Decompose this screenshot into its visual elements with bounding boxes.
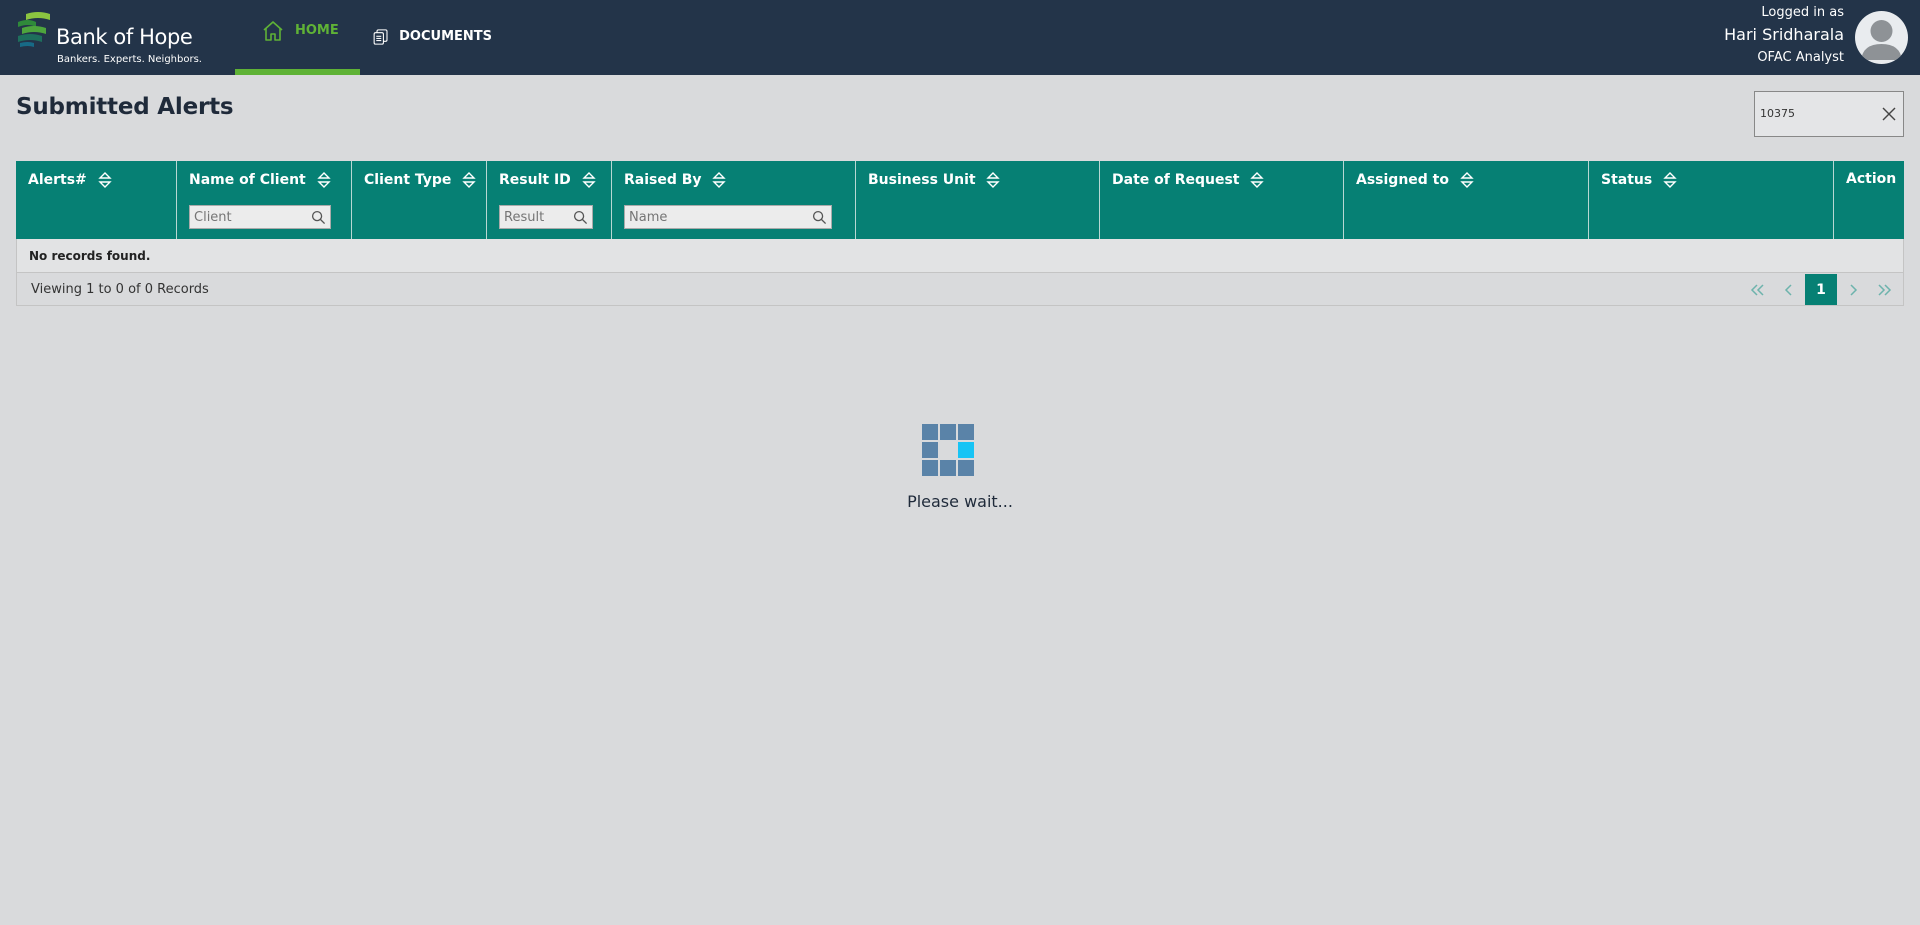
sort-icon[interactable]	[1250, 171, 1265, 189]
pagination: 1	[1741, 274, 1901, 305]
client-filter-input[interactable]	[190, 206, 308, 228]
prev-page-button[interactable]	[1773, 274, 1805, 305]
result-filter[interactable]	[499, 205, 593, 229]
sort-icon[interactable]	[986, 171, 1001, 189]
loading-spinner-icon	[922, 424, 978, 480]
empty-message: No records found.	[16, 239, 1904, 273]
documents-icon	[373, 28, 388, 45]
column-header-client-type[interactable]: Client Type	[352, 161, 487, 239]
nav-home[interactable]: HOME	[235, 0, 360, 75]
first-page-button[interactable]	[1741, 274, 1773, 305]
table-footer: Viewing 1 to 0 of 0 Records 1	[16, 273, 1904, 306]
bank-logo[interactable]: Bank of Hope Bankers. Experts. Neighbors…	[16, 10, 202, 68]
table-header: Alerts# Name of Client Client Type Resul…	[16, 161, 1904, 239]
nav-documents-label: DOCUMENTS	[399, 29, 492, 44]
page-1-button[interactable]: 1	[1805, 274, 1837, 305]
column-header-raised-by[interactable]: Raised By	[612, 161, 856, 239]
result-filter-input[interactable]	[500, 206, 570, 228]
loading-text: Please wait...	[907, 492, 1013, 511]
column-header-name-of-client[interactable]: Name of Client	[177, 161, 352, 239]
global-search-value[interactable]: 10375	[1760, 107, 1795, 120]
search-icon	[573, 210, 588, 225]
double-chevron-right-icon	[1878, 283, 1892, 296]
column-header-action: Action	[1846, 171, 1897, 187]
last-page-button[interactable]	[1869, 274, 1901, 305]
top-navbar: Bank of Hope Bankers. Experts. Neighbors…	[0, 0, 1920, 75]
double-chevron-left-icon	[1750, 283, 1764, 296]
column-header-assigned-to[interactable]: Assigned to	[1344, 161, 1589, 239]
nav-home-label: HOME	[295, 23, 339, 38]
column-header-business-unit[interactable]: Business Unit	[856, 161, 1100, 239]
nav-documents[interactable]: DOCUMENTS	[372, 0, 492, 75]
next-page-button[interactable]	[1837, 274, 1869, 305]
chevron-right-icon	[1850, 283, 1858, 296]
close-icon[interactable]	[1881, 106, 1897, 122]
sort-icon[interactable]	[462, 171, 477, 189]
global-search-input[interactable]: 10375	[1754, 91, 1904, 137]
sort-icon[interactable]	[316, 171, 331, 189]
client-filter[interactable]	[189, 205, 331, 229]
logged-in-label: Logged in as	[1761, 5, 1844, 20]
bank-name: Bank of Hope	[56, 25, 193, 49]
sort-icon[interactable]	[712, 171, 727, 189]
alerts-table: Alerts# Name of Client Client Type Resul…	[16, 161, 1904, 306]
column-header-date-of-request[interactable]: Date of Request	[1100, 161, 1344, 239]
records-count: Viewing 1 to 0 of 0 Records	[31, 282, 209, 297]
chevron-left-icon	[1784, 283, 1792, 296]
user-info: Logged in as Hari Sridharala OFAC Analys…	[1724, 4, 1844, 66]
search-icon	[311, 210, 326, 225]
user-avatar-icon	[1861, 20, 1902, 60]
avatar[interactable]	[1855, 11, 1908, 64]
sort-icon[interactable]	[1663, 171, 1677, 189]
raised-by-filter[interactable]	[624, 205, 832, 229]
search-icon	[812, 210, 827, 225]
sort-icon[interactable]	[1460, 171, 1474, 189]
bank-logo-mark-icon	[18, 12, 50, 47]
user-role: OFAC Analyst	[1757, 50, 1844, 65]
column-header-status[interactable]: Status	[1589, 161, 1834, 239]
page-title: Submitted Alerts	[16, 94, 234, 120]
home-icon	[263, 20, 283, 41]
sort-icon[interactable]	[581, 171, 596, 189]
column-header-result-id[interactable]: Result ID	[487, 161, 612, 239]
bank-tagline: Bankers. Experts. Neighbors.	[57, 54, 202, 65]
sort-icon[interactable]	[97, 171, 112, 189]
column-header-alerts[interactable]: Alerts#	[16, 161, 177, 239]
user-name: Hari Sridharala	[1724, 25, 1844, 44]
raised-by-filter-input[interactable]	[625, 206, 809, 228]
